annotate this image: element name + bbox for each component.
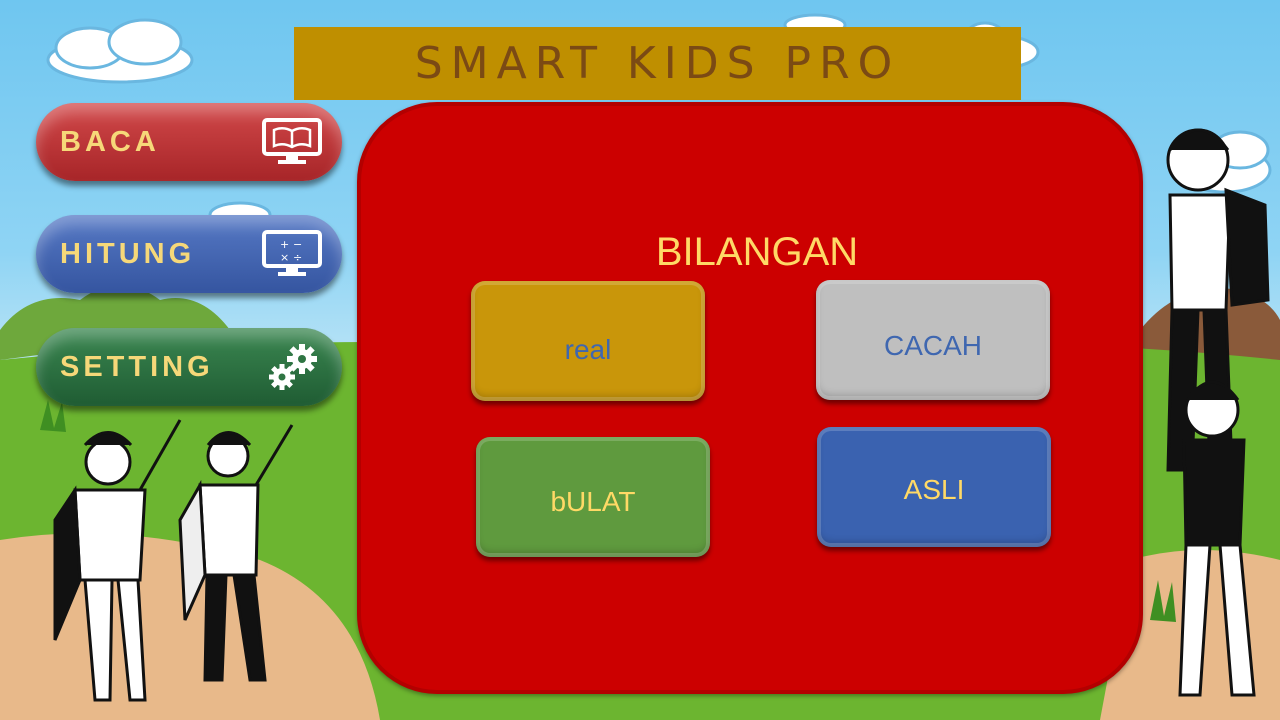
bilangan-heading: BILANGAN [655,230,859,274]
option-bulat-button[interactable]: bULAT [476,437,710,557]
app-title-bar: SMART KIDS PRO [294,27,1021,100]
option-real-button[interactable]: real [471,281,705,401]
option-asli-button[interactable]: ASLI [817,427,1051,547]
hitung-label: HITUNG [60,237,196,270]
svg-text:×: × [280,251,289,264]
option-asli-label: ASLI [903,474,965,505]
gears-icon [269,344,317,390]
setting-button[interactable]: SETTING [36,328,342,406]
hitung-button[interactable]: HITUNG + − × ÷ [36,215,342,293]
setting-label: SETTING [60,350,214,383]
svg-text:−: − [293,238,302,251]
baca-button[interactable]: BACA [36,103,342,181]
book-monitor-icon [262,118,322,164]
cloud-decoration [46,18,194,84]
calculator-monitor-icon: + − × ÷ [262,230,322,276]
svg-text:÷: ÷ [293,251,302,264]
baca-label: BACA [60,125,160,158]
panel-heading: BILANGAN [361,230,1139,275]
bilangan-panel: BILANGAN real CACAH bULAT ASLI [357,102,1143,694]
option-cacah-button[interactable]: CACAH [816,280,1050,400]
app-title: SMART KIDS PRO [414,38,901,89]
option-bulat-label: bULAT [550,486,636,517]
option-cacah-label: CACAH [883,330,982,361]
svg-text:+: + [280,238,289,251]
option-real-label: real [564,334,612,365]
